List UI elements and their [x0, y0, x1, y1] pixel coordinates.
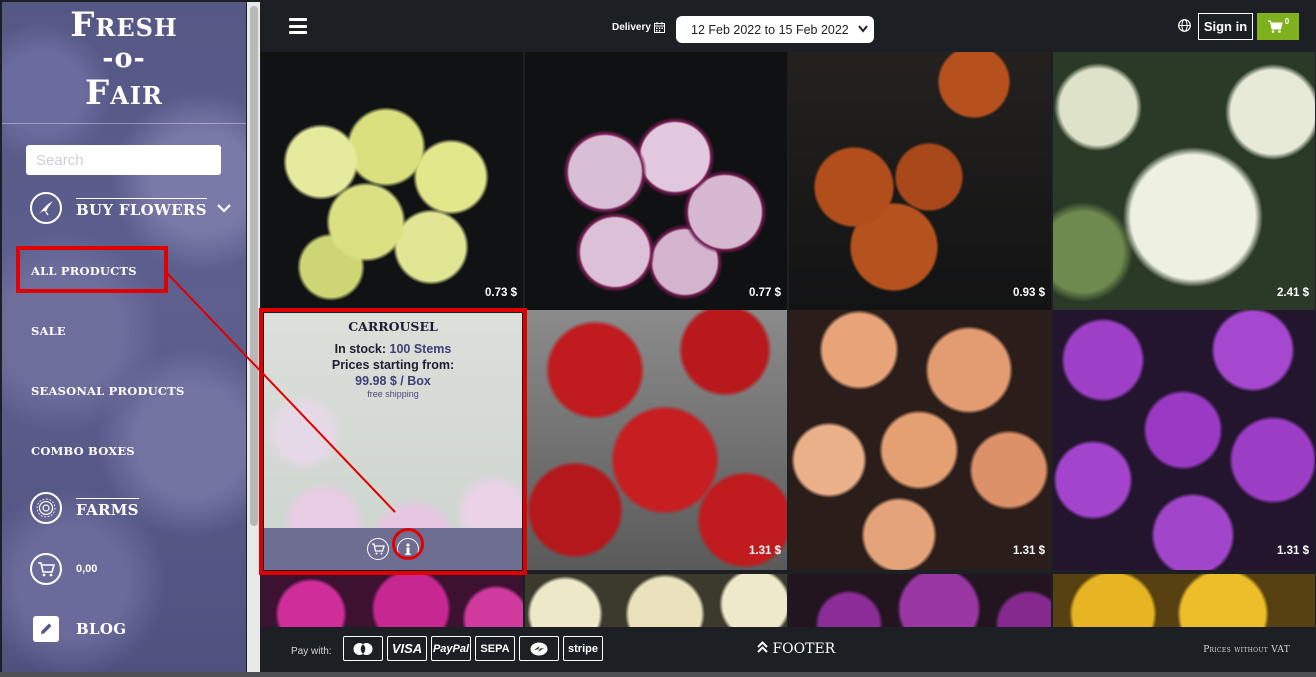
sign-in-button[interactable]: Sign in: [1198, 13, 1253, 40]
logo-line-3: Fair: [85, 73, 163, 113]
nav-farms-label: FARMS: [76, 497, 139, 519]
product-tile[interactable]: 0.93 $: [789, 52, 1051, 312]
footer-toggle[interactable]: FOOTER: [757, 641, 835, 657]
calendar-icon: [653, 22, 665, 33]
divider: [2, 123, 246, 124]
logo-line-1: Fresh: [70, 5, 178, 45]
chevron-down-icon: [858, 22, 868, 37]
product-price: 2.41 $: [1277, 287, 1309, 299]
product-price: 0.73 $: [485, 287, 517, 299]
nav-buy-flowers[interactable]: BUY FLOWERS: [30, 192, 231, 224]
nav-farms[interactable]: FARMS: [30, 492, 139, 524]
sepa-icon: SEPA: [475, 636, 515, 661]
delivery-label: Delivery: [612, 22, 665, 33]
nav-sale[interactable]: SALE: [31, 324, 66, 338]
search-input[interactable]: [26, 145, 221, 175]
nav-combo-boxes[interactable]: COMBO BOXES: [31, 444, 135, 458]
nav-blog-label: BLOG: [76, 620, 127, 638]
mastercard-icon: [343, 636, 383, 661]
nav-blog[interactable]: BLOG: [30, 616, 126, 642]
product-price: 1.31 $: [749, 545, 781, 557]
window-bottom-edge: [0, 672, 1316, 677]
nav-buy-flowers-label: BUY FLOWERS: [76, 197, 207, 219]
product-price: 0.93 $: [1013, 287, 1045, 299]
footer-label: FOOTER: [772, 641, 836, 657]
product-tile[interactable]: [1053, 574, 1315, 627]
pencil-icon: [33, 616, 59, 642]
product-tile[interactable]: 1.31 $: [789, 310, 1051, 570]
product-tile[interactable]: 0.77 $: [525, 52, 787, 312]
swallow-icon: [30, 192, 62, 224]
hamburger-menu-icon[interactable]: [289, 18, 307, 34]
highlight-info-button: [392, 528, 424, 560]
product-price: 0.77 $: [749, 287, 781, 299]
product-price: 1.31 $: [1277, 545, 1309, 557]
delivery-text: Delivery: [612, 22, 651, 33]
visa-icon: VISA: [387, 636, 427, 661]
delivery-date-select[interactable]: 12 Feb 2022 to 15 Feb 2022: [676, 16, 874, 43]
cart-button[interactable]: 0: [1257, 13, 1299, 40]
prices-vat-note: Prices without VAT: [1203, 645, 1290, 655]
double-chevron-up-icon: [757, 641, 768, 653]
product-tile[interactable]: [261, 574, 523, 627]
flower-icon: [30, 492, 62, 524]
product-tile[interactable]: 1.31 $: [525, 310, 787, 570]
stripe-icon: stripe: [563, 636, 603, 661]
cart-icon: [1267, 20, 1283, 33]
nav-cart[interactable]: 0,00: [30, 553, 97, 585]
product-tile[interactable]: 1.31 $: [1053, 310, 1315, 570]
paypal-icon: PayPal: [431, 636, 471, 661]
cart-icon: [30, 553, 62, 585]
chevron-down-icon[interactable]: [217, 200, 231, 217]
app-frame: Fresh -o- Fair BUY FLOWERS ALL PRODUCTS …: [0, 0, 1316, 677]
product-tile[interactable]: [789, 574, 1051, 627]
cart-amount: 0,00: [76, 563, 98, 575]
annotation-arrow: [165, 271, 396, 513]
globe-icon[interactable]: [1178, 19, 1191, 32]
delivery-date-value: 12 Feb 2022 to 15 Feb 2022: [691, 22, 849, 37]
product-tile[interactable]: 2.41 $: [1053, 52, 1315, 312]
logo[interactable]: Fresh -o- Fair: [2, 8, 246, 110]
cart-count: 0: [1284, 17, 1290, 26]
pay-with-label: Pay with:: [291, 646, 332, 657]
logo-line-2: -o-: [102, 43, 146, 74]
product-price: 1.31 $: [1013, 545, 1045, 557]
lightning-icon: [519, 636, 559, 661]
highlight-all-products: [16, 246, 168, 293]
product-tile[interactable]: [525, 574, 787, 627]
